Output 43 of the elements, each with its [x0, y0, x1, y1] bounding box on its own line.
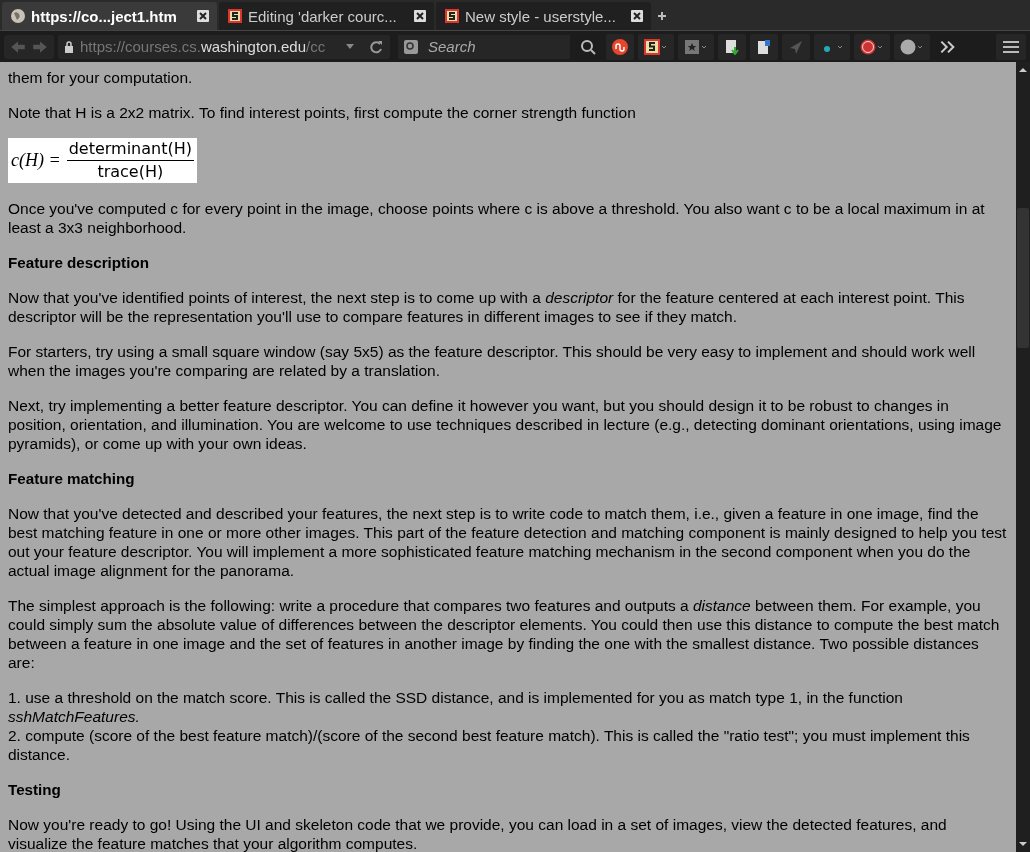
- adblock-icon[interactable]: [854, 33, 890, 60]
- paragraph: Note that H is a 2x2 matrix. To find interest points, first compute the corner strength function: [8, 103, 637, 122]
- scrollbar[interactable]: [1016, 62, 1030, 852]
- search-field[interactable]: Search: [424, 34, 570, 59]
- browser-tab[interactable]: https://co...ject1.htm: [2, 2, 217, 30]
- extension-icon[interactable]: [814, 33, 850, 60]
- paragraph: them for your computation.: [8, 68, 194, 87]
- paragraph: Now that you've detected and described your features, the next step is to write code to match them, i.e., given a feature in one image, find the best matching feature in one or more other images. This part of the feature detection and matching component is mainly designed to help you test out your feature descriptor. You will implement a more sophisticated feature matching mechanism in the second component when you do the actual image alignment for the panorama.: [8, 504, 1008, 580]
- stylish-icon[interactable]: [638, 33, 674, 60]
- list-item: 2. compute (score of the best feature match)/(score of the second best feature match). This is called the "ratio test"; you must implement this distance.: [8, 726, 971, 764]
- browser-tab[interactable]: New style - userstyle...: [436, 2, 651, 30]
- stylish-icon: [227, 8, 243, 24]
- bookmark-icon[interactable]: [678, 33, 714, 60]
- menu-icon[interactable]: [996, 33, 1026, 60]
- close-icon[interactable]: [414, 10, 426, 22]
- paragraph: Once you've computed c for every point in the image, choose points where c is above a threshold. You also want c to be a local maximum in at least a 3x3 neighborhood.: [8, 199, 986, 237]
- stumble-icon[interactable]: [606, 33, 634, 60]
- section-heading: Feature description: [8, 253, 150, 272]
- download-icon[interactable]: [718, 33, 746, 60]
- address-field[interactable]: https://courses.cs.washington.edu/cc: [58, 34, 390, 59]
- scroll-thumb[interactable]: [1017, 208, 1029, 348]
- overflow-icon[interactable]: [940, 38, 956, 55]
- paragraph: Now you're ready to go! Using the UI and skeleton code that we provide, you can load in a set of images, view the detected features, and visualize the feature matches that your algorithm computes.: [8, 815, 948, 852]
- paragraph: Next, try implementing a better feature descriptor. You can define it however you want, but you should design it to be robust to changes in position, orientation, and illumination. You are welcome to use techniques described in lecture (e.g., detecting dominant orientations, using image pyramids), or come up with your own ideas.: [8, 396, 1003, 453]
- scroll-up-icon[interactable]: [1018, 66, 1028, 74]
- document-icon[interactable]: [750, 33, 778, 60]
- list-item: 1. use a threshold on the match score. This is called the SSD distance, and is implemented for you as match type 1, in the function sshMatchFeatures.: [8, 688, 904, 726]
- lock-icon: [64, 40, 74, 53]
- dropdown-icon[interactable]: [346, 44, 354, 49]
- paragraph: The simplest approach is the following: write a procedure that compares two features and outputs a distance between them. For example, you could simply sum the absolute value of differences between the descriptor elements. You could then use this distance to compute the best match between a feature in one image and the set of features in another image by finding the one with the smallest distance. Two possible distances are:: [8, 596, 1001, 672]
- paragraph: Now that you've identified points of interest, the next step is to come up with a descriptor for the feature centered at each interest point. This descriptor will be the representation you'll use to compare features in different images to see if they match.: [8, 288, 966, 326]
- close-icon[interactable]: [197, 10, 209, 22]
- search-icon[interactable]: [580, 38, 596, 55]
- new-tab-icon[interactable]: [657, 11, 667, 21]
- scroll-down-icon[interactable]: [1018, 840, 1028, 848]
- browser-tab[interactable]: Editing 'darker courc...: [219, 2, 434, 30]
- paragraph: For starters, try using a small square window (say 5x5) as the feature descriptor. This should be very easy to implement and should work well when the images you're comparing are related by a translation.: [8, 342, 977, 380]
- search-engine-icon[interactable]: [398, 34, 424, 59]
- close-icon[interactable]: [631, 10, 643, 22]
- section-heading: Testing: [8, 780, 62, 799]
- reload-icon[interactable]: [368, 38, 384, 55]
- stylish-icon: [444, 8, 460, 24]
- section-heading: Feature matching: [8, 469, 136, 488]
